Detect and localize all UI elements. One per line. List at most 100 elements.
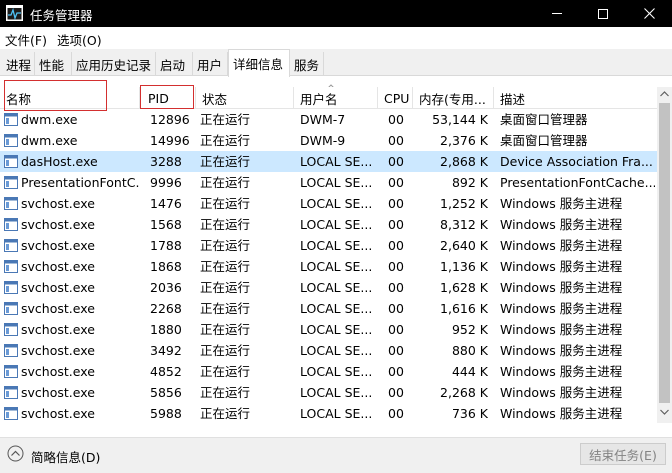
process-list: dwm.exe 12896 正在运行 DWM-7 00 53,144 K 桌面窗… [0,109,657,424]
cell-status: 正在运行 [200,385,251,400]
tab-label: 应用历史记录 [76,57,152,73]
process-icon [4,365,18,378]
cell-description: Windows 服务主进程 [500,259,623,274]
tab-performance[interactable]: 性能 [35,52,72,76]
cell-name: dwm.exe [21,133,78,148]
cell-name: svchost.exe [21,301,95,316]
cell-memory: 892 K [451,175,488,190]
cell-name: svchost.exe [21,322,95,337]
cell-description: 桌面窗口管理器 [500,112,588,127]
table-row[interactable]: dwm.exe 14996 正在运行 DWM-9 00 2,376 K 桌面窗口… [0,130,657,151]
task-manager-icon [6,5,23,21]
end-task-button[interactable]: 结束任务(E) [580,443,666,465]
table-row[interactable]: svchost.exe 1868 正在运行 LOCAL SE... 00 1,1… [0,256,657,277]
column-label: PID [148,90,169,106]
tab-users[interactable]: 用户 [193,52,228,76]
column-header: 名称 PID 状态 用户名 CPU 内存(专用... 描述 [0,87,657,109]
cell-username: LOCAL SE... [300,259,373,274]
process-icon [4,260,18,273]
tab-strip: 进程 性能 应用历史记录 启动 用户 详细信息 服务 [0,49,672,77]
column-header-cpu[interactable]: CPU [378,87,413,109]
cell-memory: 2,640 K [440,238,488,253]
cell-description: 桌面窗口管理器 [500,133,588,148]
cell-status: 正在运行 [200,280,251,295]
tab-label: 详细信息 [233,57,284,72]
cell-cpu: 00 [388,301,404,316]
vertical-scrollbar[interactable] [657,87,672,423]
title-bar[interactable]: 任务管理器 [0,0,672,27]
tab-startup[interactable]: 启动 [156,52,193,76]
cell-cpu: 00 [388,238,404,253]
tab-label: 用户 [197,57,223,73]
cell-pid: 3288 [150,154,182,169]
cell-pid: 2036 [150,280,182,295]
cell-status: 正在运行 [200,364,251,379]
cell-pid: 1868 [150,259,182,274]
table-row[interactable]: svchost.exe 1568 正在运行 LOCAL SE... 00 8,3… [0,214,657,235]
window-title: 任务管理器 [30,8,93,23]
cell-cpu: 00 [388,364,404,379]
cell-name: svchost.exe [21,280,95,295]
cell-pid: 1568 [150,217,182,232]
scrollbar-thumb[interactable] [659,103,670,403]
cell-memory: 1,616 K [440,301,488,316]
column-label: 内存(专用... [419,91,486,107]
cell-pid: 1788 [150,238,182,253]
cell-description: Windows 服务主进程 [500,406,623,421]
menu-file[interactable]: 文件(F) [5,30,47,49]
tab-label: 启动 [160,57,186,73]
table-row[interactable]: svchost.exe 5988 正在运行 LOCAL SE... 00 736… [0,403,657,424]
column-header-status[interactable]: 状态 [196,87,294,109]
table-row[interactable]: svchost.exe 1476 正在运行 LOCAL SE... 00 1,2… [0,193,657,214]
cell-status: 正在运行 [200,322,251,337]
cell-cpu: 00 [388,112,404,127]
column-header-memory[interactable]: 内存(专用... [413,87,494,109]
tab-label: 性能 [39,57,65,73]
table-row[interactable]: dasHost.exe 3288 正在运行 LOCAL SE... 00 2,8… [0,151,657,172]
process-icon [4,155,18,168]
process-icon [4,113,18,126]
process-icon [4,344,18,357]
cell-cpu: 00 [388,133,404,148]
tab-details[interactable]: 详细信息 [228,49,290,77]
cell-username: LOCAL SE... [300,175,373,190]
cell-description: Windows 服务主进程 [500,196,623,211]
minimize-icon [552,13,562,14]
tab-app-history[interactable]: 应用历史记录 [72,52,156,76]
column-header-description[interactable]: 描述 [494,87,657,109]
cell-memory: 736 K [451,406,488,421]
cell-name: svchost.exe [21,259,95,274]
table-row[interactable]: dwm.exe 12896 正在运行 DWM-7 00 53,144 K 桌面窗… [0,109,657,130]
menu-options[interactable]: 选项(O) [57,30,102,49]
fewer-details-link[interactable]: 简略信息(D) [31,447,100,466]
table-row[interactable]: svchost.exe 3492 正在运行 LOCAL SE... 00 880… [0,340,657,361]
chevron-up-circle-icon[interactable] [7,445,24,462]
minimize-button[interactable] [534,0,580,27]
cell-description: Windows 服务主进程 [500,322,623,337]
process-icon [4,176,18,189]
close-button[interactable] [626,0,672,27]
maximize-button[interactable] [580,0,626,27]
column-header-pid[interactable]: PID [140,87,196,109]
cell-username: LOCAL SE... [300,406,373,421]
cell-name: PresentationFontC... [21,175,139,190]
scroll-up-icon[interactable] [660,91,669,97]
cell-description: Windows 服务主进程 [500,301,623,316]
tab-processes[interactable]: 进程 [2,52,35,76]
cell-description: Windows 服务主进程 [500,343,623,358]
table-row[interactable]: svchost.exe 2036 正在运行 LOCAL SE... 00 1,6… [0,277,657,298]
table-row[interactable]: svchost.exe 4852 正在运行 LOCAL SE... 00 444… [0,361,657,382]
cell-status: 正在运行 [200,175,251,190]
table-row[interactable]: svchost.exe 2268 正在运行 LOCAL SE... 00 1,6… [0,298,657,319]
column-header-name[interactable]: 名称 [0,87,140,109]
table-row[interactable]: svchost.exe 1880 正在运行 LOCAL SE... 00 952… [0,319,657,340]
cell-status: 正在运行 [200,196,251,211]
tab-services[interactable]: 服务 [290,52,324,76]
cell-memory: 444 K [451,364,488,379]
table-row[interactable]: svchost.exe 5856 正在运行 LOCAL SE... 00 2,2… [0,382,657,403]
scroll-down-icon[interactable] [660,409,669,415]
table-row[interactable]: svchost.exe 1788 正在运行 LOCAL SE... 00 2,6… [0,235,657,256]
column-header-username[interactable]: 用户名 [294,87,378,109]
table-row[interactable]: PresentationFontC... 9996 正在运行 LOCAL SE.… [0,172,657,193]
column-label: 用户名 [300,91,338,107]
